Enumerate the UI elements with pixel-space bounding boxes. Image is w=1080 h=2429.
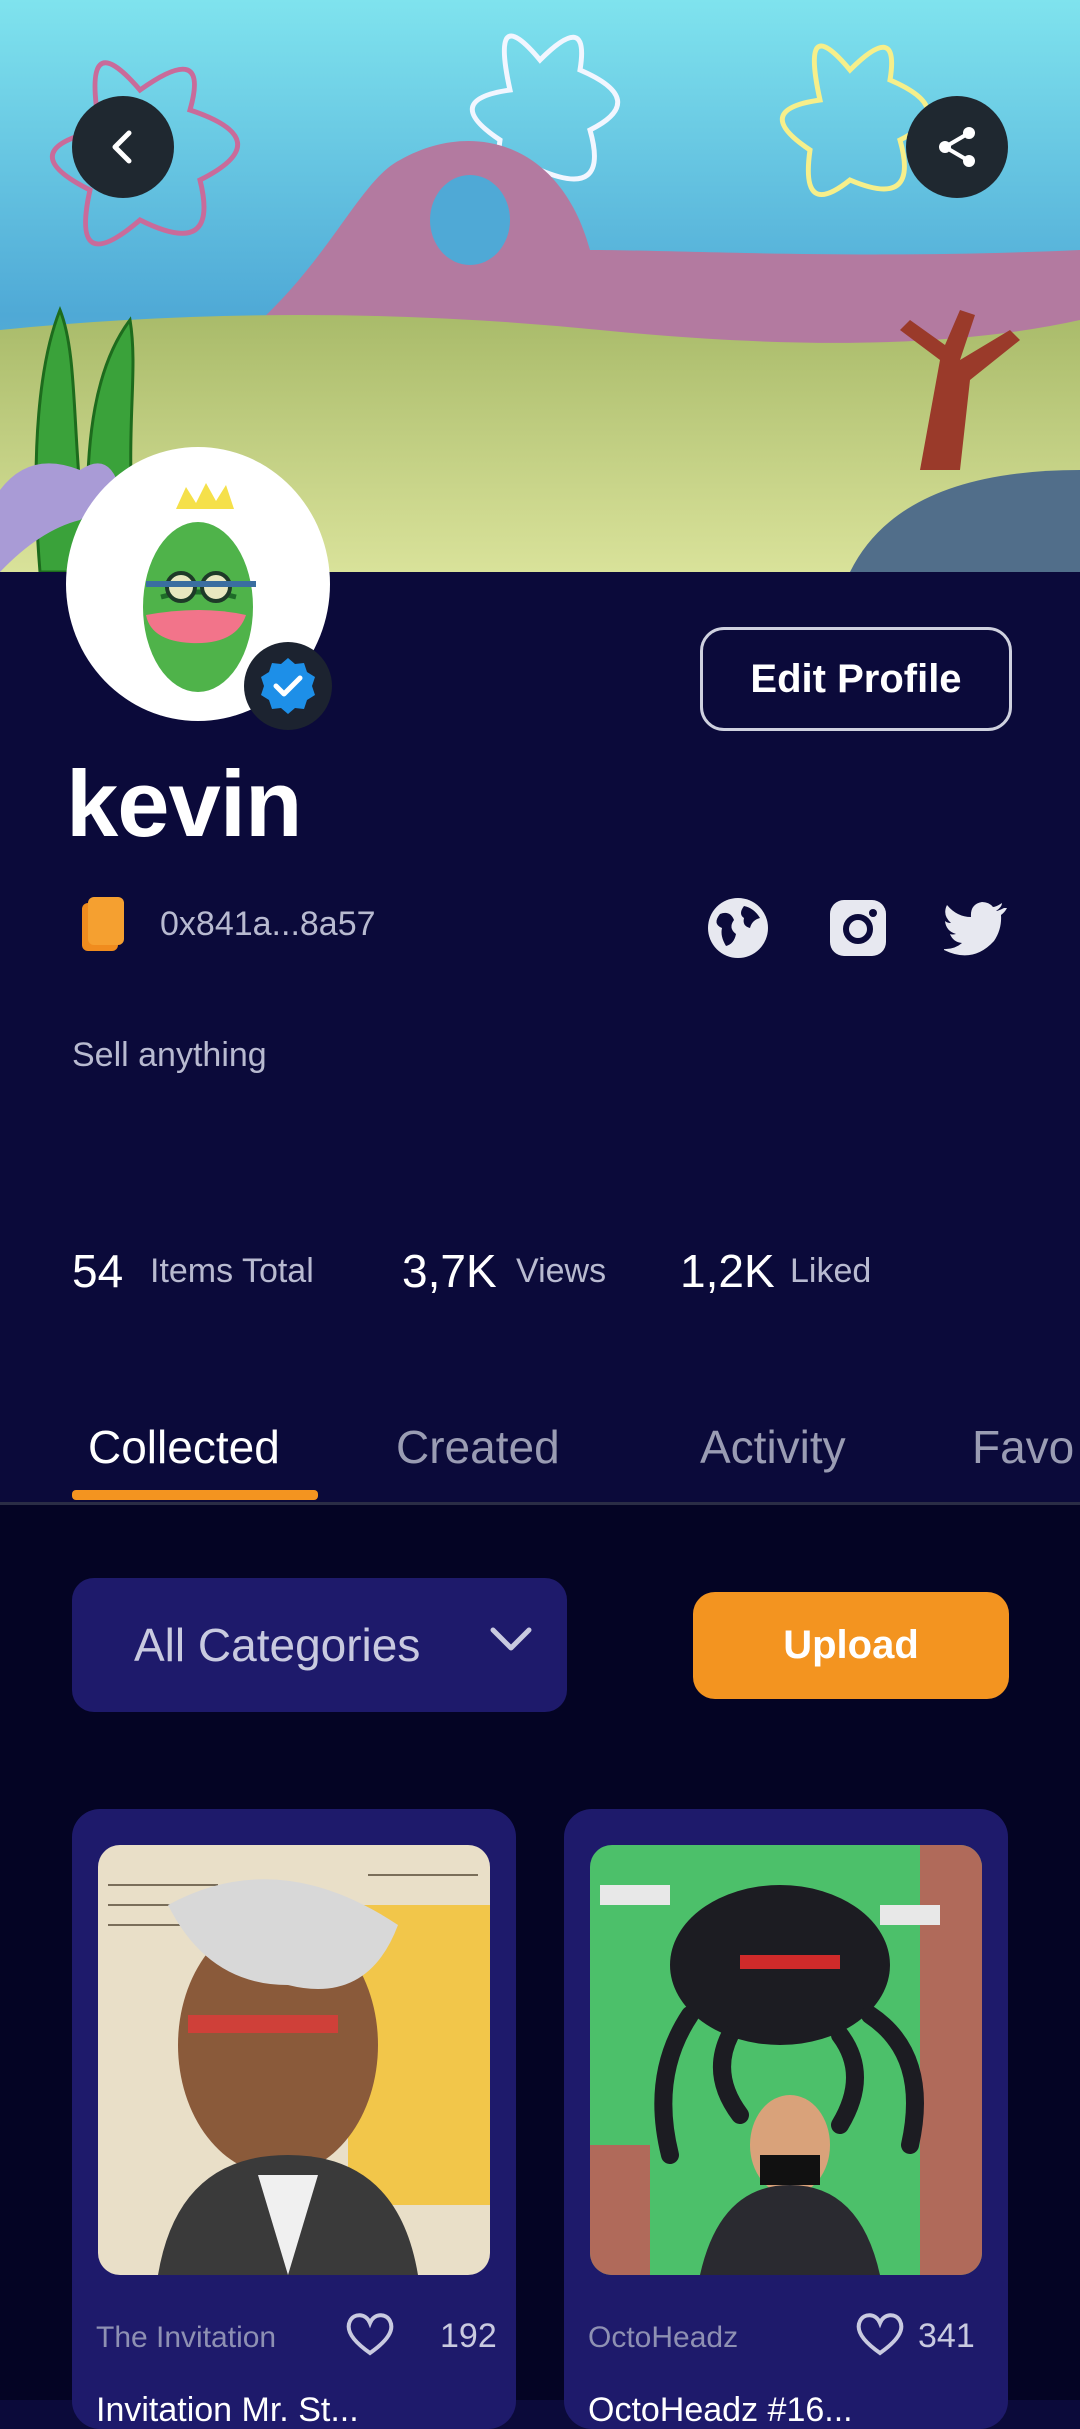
stat-views-value: 3,7K — [402, 1245, 497, 1297]
category-select[interactable]: All Categories — [72, 1578, 567, 1712]
wallet-icon — [82, 897, 124, 951]
share-button[interactable] — [906, 96, 1008, 198]
tab-activity[interactable]: Activity — [700, 1420, 846, 1474]
stat-views-label: Views — [516, 1252, 607, 1290]
back-arrow-icon — [112, 130, 132, 164]
chevron-down-icon — [490, 1627, 532, 1651]
upload-button[interactable]: Upload — [693, 1592, 1009, 1699]
tab-collected[interactable]: Collected — [88, 1420, 280, 1474]
nft-card[interactable]: The Invitation 192 Invitation Mr. St... — [72, 1809, 516, 2429]
nft-name: OctoHeadz #16... — [588, 2391, 853, 2429]
nft-collection-name: OctoHeadz — [588, 2321, 739, 2354]
nft-like-count: 341 — [918, 2317, 975, 2355]
profile-stats: 54 Items Total 3,7K Views 1,2K Liked — [72, 1244, 1072, 1304]
nft-name: Invitation Mr. St... — [96, 2391, 359, 2429]
heart-icon[interactable] — [344, 2309, 396, 2357]
instagram-icon[interactable] — [826, 896, 890, 960]
tab-favorites[interactable]: Favo — [972, 1420, 1074, 1474]
category-select-value: All Categories — [134, 1619, 421, 1671]
nft-card[interactable]: OctoHeadz 341 OctoHeadz #16... — [564, 1809, 1008, 2429]
profile-tabs: Collected Created Activity Favo — [0, 1410, 1080, 1505]
edit-profile-button[interactable]: Edit Profile — [700, 627, 1012, 731]
nft-like-count: 192 — [440, 2317, 497, 2355]
nft-collection-name: The Invitation — [96, 2321, 277, 2354]
stat-items-label: Items Total — [150, 1252, 314, 1290]
stat-liked-label: Liked — [790, 1252, 872, 1290]
share-icon — [939, 127, 975, 167]
verified-badge — [244, 642, 332, 730]
wallet-address-row[interactable]: 0x841a...8a57 — [80, 895, 376, 953]
globe-icon[interactable] — [706, 896, 770, 960]
username: kevin — [66, 751, 302, 856]
back-button[interactable] — [72, 96, 174, 198]
verified-badge-icon — [261, 658, 315, 714]
heart-icon[interactable] — [854, 2309, 906, 2357]
stat-items-value: 54 — [72, 1245, 124, 1297]
twitter-icon[interactable] — [944, 896, 1008, 960]
nft-image — [98, 1845, 490, 2275]
profile-bio: Sell anything — [72, 1036, 267, 1074]
wallet-address: 0x841a...8a57 — [160, 905, 376, 943]
tab-created[interactable]: Created — [396, 1420, 560, 1474]
nft-image — [590, 1845, 982, 2275]
active-tab-indicator — [72, 1490, 318, 1500]
stat-liked-value: 1,2K — [680, 1245, 775, 1297]
